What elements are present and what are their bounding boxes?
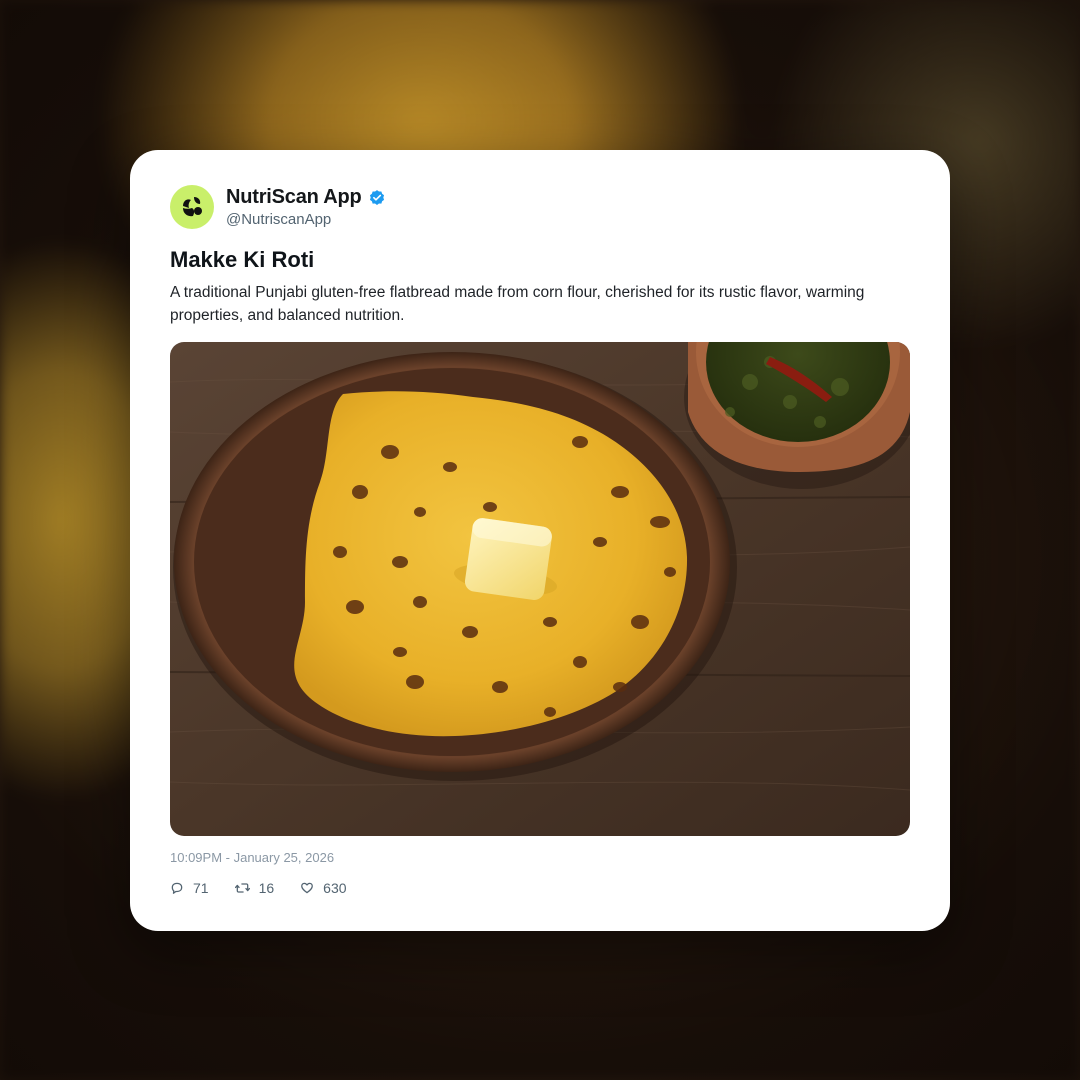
like-count: 630 [323, 880, 347, 896]
post-timestamp[interactable]: 10:09PM - January 25, 2026 [170, 850, 334, 865]
account-handle[interactable]: @NutriscanApp [226, 211, 386, 228]
verified-badge-icon [368, 189, 386, 207]
post-image[interactable] [170, 342, 910, 836]
retweet-icon [234, 883, 250, 893]
account-names: NutriScan App @NutriscanApp [226, 186, 386, 228]
retweet-count: 16 [258, 880, 275, 896]
post-title: Makke Ki Roti [170, 247, 315, 272]
reply-count: 71 [193, 880, 209, 896]
reply-stat[interactable]: 71 [170, 880, 209, 896]
post-description: A traditional Punjabi gluten-free flatbr… [170, 284, 865, 324]
avatar[interactable] [170, 185, 214, 229]
name-row: NutriScan App [226, 186, 386, 209]
heart-icon [301, 882, 314, 894]
leaf-logo-icon [183, 197, 202, 217]
comment-icon [171, 882, 183, 894]
post-card: NutriScan App @NutriscanApp Makke Ki Rot… [130, 150, 950, 931]
like-stat[interactable]: 630 [300, 880, 347, 896]
post-stats: 71 16 630 [170, 880, 373, 896]
display-name[interactable]: NutriScan App [226, 186, 362, 209]
post-header: NutriScan App @NutriscanApp [170, 185, 386, 229]
retweet-stat[interactable]: 16 [234, 880, 275, 896]
